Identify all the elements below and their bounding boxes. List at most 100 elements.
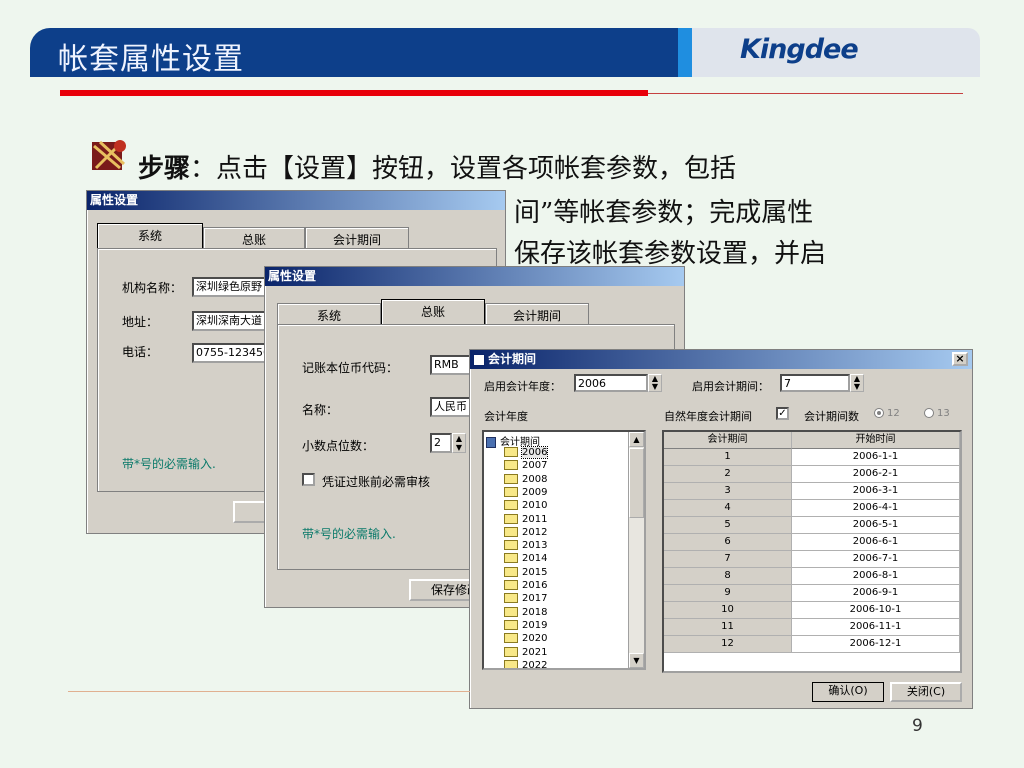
tree-year-item[interactable]: 2013: [504, 540, 547, 553]
tree-year-item[interactable]: 2012: [504, 526, 548, 540]
start-date-cell[interactable]: 2006-10-1: [792, 602, 960, 619]
tree-year-item[interactable]: 2011: [504, 513, 548, 527]
tree-year-item[interactable]: 2020: [504, 633, 547, 646]
tree-year-item[interactable]: 2019: [504, 619, 547, 633]
voucher-review-checkbox[interactable]: [302, 473, 315, 486]
fiscal-year-tree[interactable]: 会计期间 2006 2007 2008 2009 2010 2011 2012 2013 201…: [482, 430, 646, 670]
start-date-cell[interactable]: 2006-5-1: [792, 517, 960, 534]
period-number-cell: 11: [664, 619, 792, 636]
scroll-up-icon[interactable]: ▲: [629, 432, 644, 447]
tree-year-item[interactable]: 2018: [504, 606, 548, 620]
tree-year-label: 2014: [522, 553, 548, 565]
period-number-cell: 4: [664, 500, 792, 517]
table-row[interactable]: 3 2006-3-1: [664, 483, 960, 500]
tree-year-item[interactable]: 2014: [504, 553, 547, 566]
start-period-spinner[interactable]: ▲ ▼: [850, 374, 864, 392]
accounting-period-dialog: 会计期间 × 启用会计年度： 2006 ▲ ▼ 启用会计期间： 7 ▲ ▼ 会计年度…: [469, 349, 973, 709]
tree-year-label: 2009: [522, 486, 548, 498]
period-number-cell: 6: [664, 534, 792, 551]
tree-year-item[interactable]: 2017: [504, 593, 547, 606]
table-row[interactable]: 11 2006-11-1: [664, 619, 960, 636]
start-date-cell[interactable]: 2006-1-1: [792, 449, 960, 466]
start-date-cell[interactable]: 2006-3-1: [792, 483, 960, 500]
table-row[interactable]: 9 2006-9-1: [664, 585, 960, 602]
tab-system[interactable]: 系统: [97, 223, 203, 249]
bullet-icon: [92, 140, 126, 170]
step-line-3: 保存该帐套参数设置，并启: [514, 239, 827, 269]
table-row[interactable]: 4 2006-4-1: [664, 500, 960, 517]
radio-12-indicator[interactable]: [874, 408, 884, 418]
tree-year-item[interactable]: 2006: [504, 446, 549, 460]
table-row[interactable]: 7 2006-7-1: [664, 551, 960, 568]
tree-year-item[interactable]: 2022: [504, 659, 547, 668]
tree-year-label: 2011: [522, 513, 548, 525]
radio-13-label: 13: [937, 408, 950, 419]
slide-title: 帐套属性设置: [58, 42, 244, 77]
tree-year-item[interactable]: 2008: [504, 473, 547, 487]
radio-12-periods[interactable]: 12: [874, 408, 900, 419]
start-date-cell[interactable]: 2006-11-1: [792, 619, 960, 636]
currency-name-label: 名称：: [302, 403, 339, 417]
natural-year-label: 自然年度会计期间: [664, 410, 752, 423]
start-date-cell[interactable]: 2006-7-1: [792, 551, 960, 568]
tree-year-item[interactable]: 2009: [504, 486, 548, 500]
period-number-cell: 9: [664, 585, 792, 602]
decimal-places-input[interactable]: 2: [430, 433, 452, 453]
start-year-input[interactable]: 2006: [574, 374, 648, 392]
table-row[interactable]: 12 2006-12-1: [664, 636, 960, 653]
table-row[interactable]: 10 2006-10-1: [664, 602, 960, 619]
logo-panel: Kingdee: [692, 28, 980, 77]
folder-icon: [504, 553, 518, 564]
tree-year-label: 2018: [522, 606, 548, 618]
start-period-input[interactable]: 7: [780, 374, 850, 392]
tab-general-ledger[interactable]: 总账: [203, 227, 305, 249]
radio-12-label: 12: [887, 408, 900, 419]
natural-year-checkbox[interactable]: ✓: [776, 407, 789, 420]
tree-year-item[interactable]: 2021: [504, 646, 547, 660]
tree-year-item[interactable]: 2016: [504, 580, 547, 593]
step-label: 步骤: [138, 154, 191, 184]
table-row[interactable]: 2 2006-2-1: [664, 466, 960, 483]
tab-accounting-period[interactable]: 会计期间: [485, 303, 589, 325]
close-button[interactable]: 关闭(C): [890, 682, 962, 702]
start-year-spinner[interactable]: ▲ ▼: [648, 374, 662, 392]
step-line-1-text: 点击【设置】按钮，设置各项帐套参数，包括: [216, 154, 737, 184]
org-name-label: 机构名称：: [122, 281, 183, 295]
tree-year-item[interactable]: 2007: [504, 460, 547, 473]
tree-year-item[interactable]: 2015: [504, 566, 547, 580]
start-date-cell[interactable]: 2006-2-1: [792, 466, 960, 483]
radio-13-periods[interactable]: 13: [924, 408, 950, 419]
start-date-cell[interactable]: 2006-4-1: [792, 500, 960, 517]
table-row[interactable]: 8 2006-8-1: [664, 568, 960, 585]
tree-year-label: 2012: [522, 526, 548, 538]
scroll-down-icon[interactable]: ▼: [629, 653, 644, 668]
footer-rule: [68, 691, 470, 692]
scroll-thumb[interactable]: [629, 448, 644, 518]
folder-icon: [504, 500, 518, 511]
tab-general-ledger[interactable]: 总账: [381, 299, 485, 325]
start-date-cell[interactable]: 2006-9-1: [792, 585, 960, 602]
start-year-label: 启用会计年度：: [484, 380, 561, 393]
confirm-button[interactable]: 确认(O): [812, 682, 884, 702]
radio-13-indicator[interactable]: [924, 408, 934, 418]
period-number-cell: 8: [664, 568, 792, 585]
tree-root[interactable]: 会计期间: [486, 433, 540, 448]
start-date-cell[interactable]: 2006-8-1: [792, 568, 960, 585]
tab-accounting-period[interactable]: 会计期间: [305, 227, 409, 249]
tree-scrollbar[interactable]: ▲ ▼: [628, 432, 644, 668]
start-date-cell[interactable]: 2006-12-1: [792, 636, 960, 653]
tree-year-item[interactable]: 2010: [504, 500, 547, 513]
period-dialog-titlebar: 会计期间 ×: [470, 350, 972, 369]
table-row[interactable]: 5 2006-5-1: [664, 517, 960, 534]
table-row[interactable]: 1 2006-1-1: [664, 449, 960, 466]
header-accent-stripe: [678, 28, 692, 77]
tab-system[interactable]: 系统: [277, 303, 381, 325]
folder-icon: [504, 606, 518, 617]
period-grid[interactable]: 会计期间 开始时间 1 2006-1-1 2 2006-2-1 3 2006-3-1 4 20…: [662, 430, 962, 673]
folder-icon: [504, 566, 518, 577]
start-date-cell[interactable]: 2006-6-1: [792, 534, 960, 551]
table-row[interactable]: 6 2006-6-1: [664, 534, 960, 551]
decimal-places-spinner[interactable]: ▲ ▼: [452, 433, 466, 453]
folder-icon: [504, 486, 518, 497]
close-icon[interactable]: ×: [952, 352, 968, 366]
